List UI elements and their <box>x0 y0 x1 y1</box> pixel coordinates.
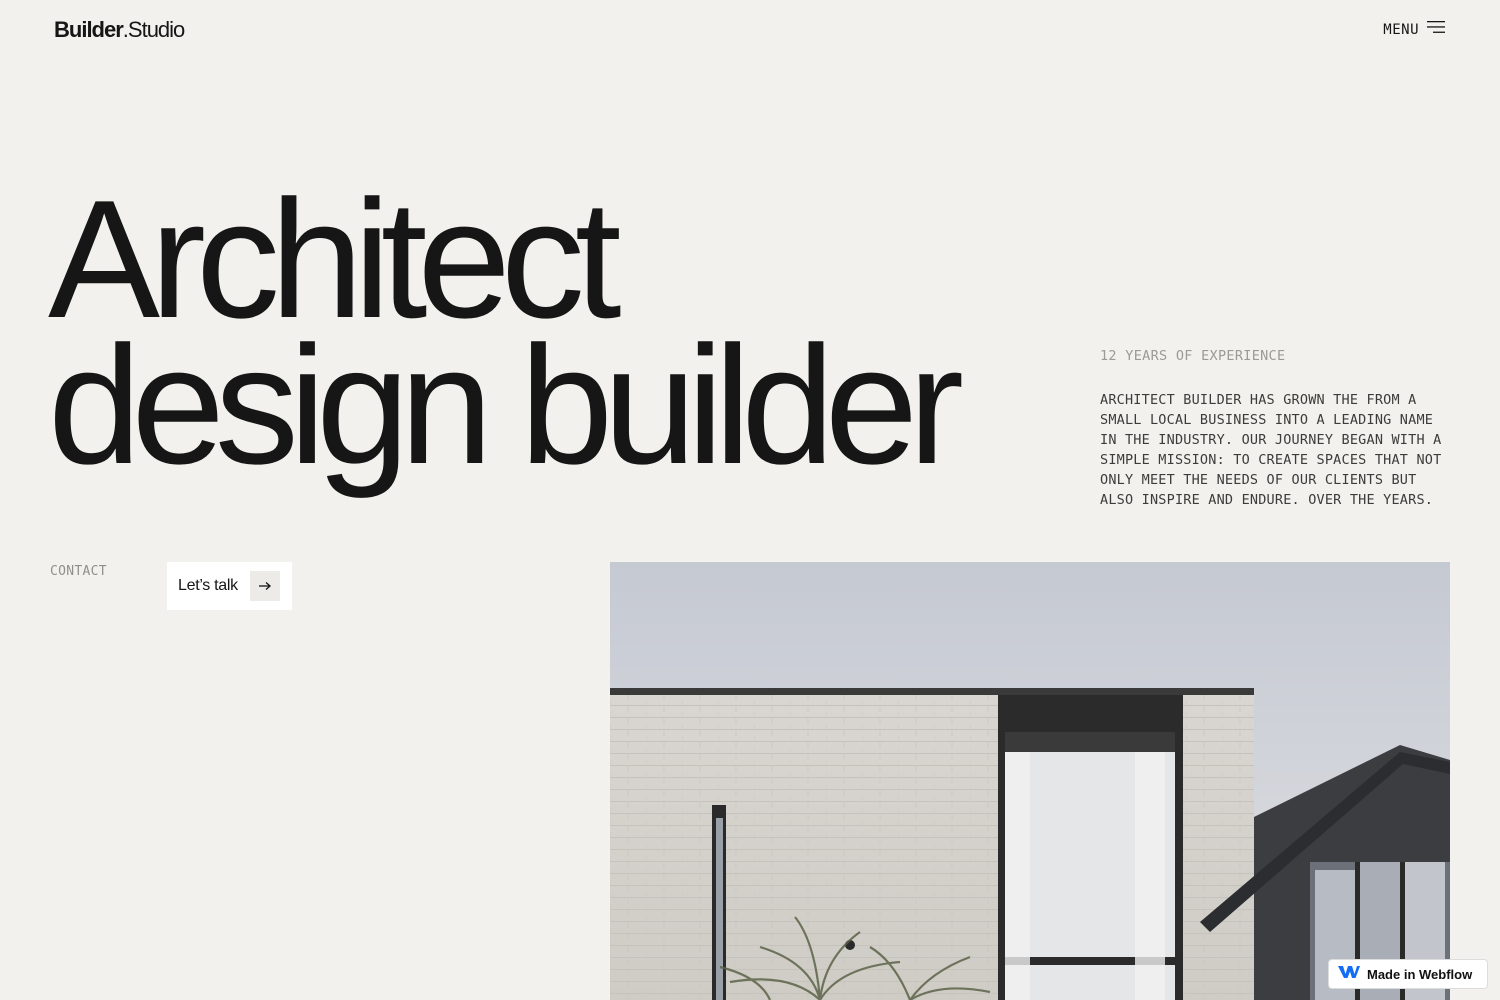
webflow-logo-icon <box>1337 964 1361 985</box>
site-logo[interactable]: Builder .Studio <box>54 17 185 42</box>
made-in-webflow-badge[interactable]: Made in Webflow <box>1328 959 1488 989</box>
experience-label: 12 YEARS OF EXPERIENCE <box>1100 348 1286 364</box>
lets-talk-label: Let’s talk <box>178 577 238 594</box>
logo-bold-text: Builder <box>54 17 124 42</box>
about-description: ARCHITECT BUILDER HAS GROWN THE FROM A S… <box>1100 392 1442 508</box>
menu-button[interactable]: MENU <box>1383 20 1445 39</box>
arrow-right-icon <box>250 571 280 601</box>
lets-talk-button[interactable]: Let’s talk <box>167 562 292 610</box>
hamburger-icon <box>1427 20 1445 39</box>
logo-light-text: .Studio <box>122 17 185 42</box>
hero-heading: Architect design builder <box>48 175 964 499</box>
menu-label: MENU <box>1383 21 1419 38</box>
about-section: 12 YEARS OF EXPERIENCE ARCHITECT BUILDER… <box>1100 348 1455 510</box>
contact-label: CONTACT <box>50 564 107 579</box>
badge-label: Made in Webflow <box>1367 966 1473 982</box>
building-photo <box>610 562 1450 1000</box>
hero-heading-line-2: design builder <box>48 311 964 499</box>
